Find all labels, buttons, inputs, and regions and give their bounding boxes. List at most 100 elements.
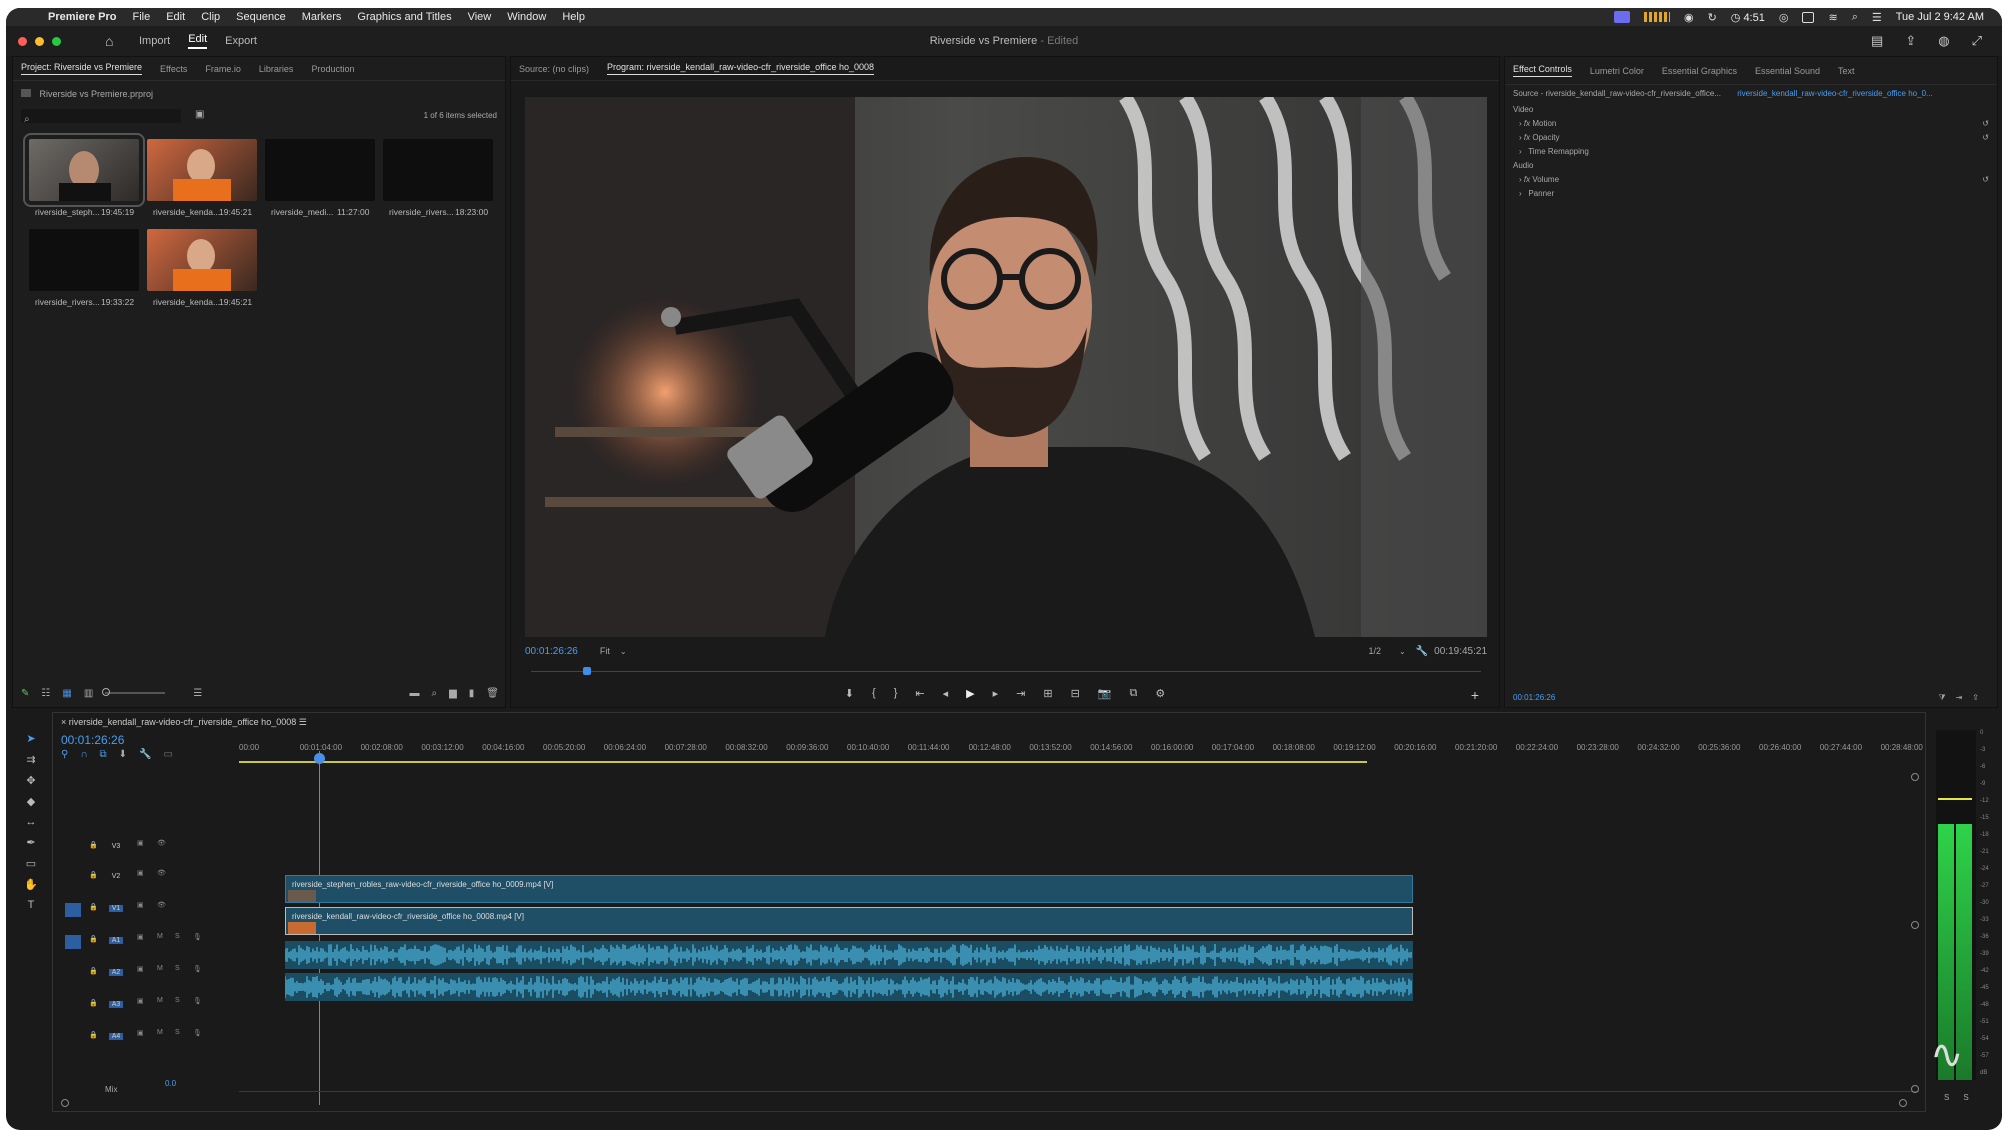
eye-icon[interactable]: 👁 — [157, 839, 166, 847]
tab-essential-graphics[interactable]: Essential Graphics — [1662, 66, 1737, 76]
tab-text[interactable]: Text — [1838, 66, 1855, 76]
rectangle-tool-icon[interactable]: ▭ — [26, 857, 36, 870]
linked-selection-icon[interactable]: ⧉ — [100, 749, 107, 760]
effect-opacity[interactable]: › fx Opacity ↺ — [1513, 133, 1989, 142]
menu-sequence[interactable]: Sequence — [236, 11, 286, 23]
mix-value[interactable]: 0.0 — [165, 1079, 176, 1088]
lock-icon[interactable]: 🔒 — [89, 967, 98, 975]
project-item-thumbnail[interactable] — [23, 133, 145, 207]
menu-file[interactable]: File — [132, 11, 150, 23]
timer-icon[interactable]: ◷ 4:51 — [1731, 11, 1765, 24]
wrench-icon[interactable]: 🔧 — [1416, 646, 1428, 657]
tab-source[interactable]: Source: (no clips) — [519, 64, 589, 74]
wifi-icon[interactable]: ≋ — [1828, 11, 1837, 24]
effects-target-clip[interactable]: riverside_kendall_raw-video-cfr_riversid… — [1737, 89, 1933, 98]
project-item-thumbnail[interactable] — [147, 139, 257, 201]
source-patch[interactable] — [65, 903, 81, 917]
sort-icon[interactable]: ☰ — [193, 688, 202, 699]
mic-icon[interactable]: 🎙 — [193, 933, 202, 941]
list-view-icon[interactable]: ☷ — [41, 688, 50, 699]
source-patch[interactable] — [65, 967, 81, 981]
audio-clip-a2[interactable] — [284, 973, 1413, 1001]
razor-tool-icon[interactable]: ◆ — [27, 795, 35, 808]
zoom-window-button[interactable] — [52, 36, 61, 46]
project-item-thumbnail[interactable] — [265, 139, 375, 201]
step-back-icon[interactable]: ◂ — [943, 687, 949, 703]
tab-essential-sound[interactable]: Essential Sound — [1755, 66, 1820, 76]
share-icon[interactable]: ⇪ — [1905, 33, 1916, 49]
extract-icon[interactable]: ⊟ — [1071, 687, 1080, 703]
write-icon[interactable]: ✎ — [21, 688, 29, 699]
trash-icon[interactable]: 🗑 — [486, 688, 499, 699]
clip-v1[interactable]: riverside_kendall_raw-video-cfr_riversid… — [285, 907, 1413, 935]
close-window-button[interactable] — [18, 36, 27, 46]
add-marker-icon[interactable]: ⬇ — [119, 749, 127, 760]
comparison-view-icon[interactable]: ⧉ — [1129, 687, 1137, 703]
project-item-thumbnail[interactable] — [383, 139, 493, 201]
lock-icon[interactable]: 🔒 — [89, 999, 98, 1007]
monitor-scrubber[interactable] — [525, 667, 1487, 675]
track-label[interactable]: A3 — [109, 1001, 123, 1008]
source-patch[interactable] — [65, 1031, 81, 1045]
effect-volume[interactable]: › fx Volume ↺ — [1513, 175, 1989, 184]
lock-icon[interactable]: 🔒 — [89, 1031, 98, 1039]
lock-icon[interactable]: 🔒 — [89, 903, 98, 911]
mark-in-icon[interactable]: { — [872, 687, 876, 703]
timeline-timecode[interactable]: 00:01:26:26 — [61, 733, 124, 747]
menu-clip[interactable]: Clip — [201, 11, 220, 23]
lock-icon[interactable]: 🔒 — [89, 841, 98, 849]
tab-edit[interactable]: Edit — [188, 33, 208, 49]
mic-icon[interactable]: 🎙 — [193, 997, 202, 1005]
mute-button[interactable]: M — [157, 933, 163, 940]
new-bin-icon[interactable]: ▣ — [195, 109, 204, 120]
time-ruler[interactable]: 00:00 00:01:04:00 00:02:08:00 00:03:12:00 00… — [239, 743, 1923, 757]
solo-button[interactable]: S — [175, 997, 180, 1004]
solo-left-button[interactable]: S — [1944, 1093, 1949, 1102]
pen-tool-icon[interactable]: ✒ — [26, 836, 35, 849]
type-tool-icon[interactable]: T — [28, 899, 35, 911]
source-patch[interactable] — [65, 841, 81, 855]
menu-edit[interactable]: Edit — [166, 11, 185, 23]
mute-button[interactable]: M — [157, 1029, 163, 1036]
clip-v2[interactable]: riverside_stephen_robles_raw-video-cfr_r… — [285, 875, 1413, 903]
mute-button[interactable]: M — [157, 997, 163, 1004]
effect-motion[interactable]: › fx Motion ↺ — [1513, 119, 1989, 128]
snap-icon[interactable]: ∩ — [80, 749, 87, 760]
slip-tool-icon[interactable]: ↔ — [26, 816, 37, 828]
sync-lock-icon[interactable]: ▣ — [137, 839, 144, 847]
audio-clip-a1[interactable] — [284, 941, 1413, 969]
new-bin-button[interactable]: ▆ — [449, 688, 457, 699]
find-icon[interactable]: ⌕ — [431, 688, 437, 699]
timeline-tab[interactable]: × riverside_kendall_raw-video-cfr_rivers… — [61, 717, 307, 728]
menu-help[interactable]: Help — [562, 11, 585, 23]
icon-view-icon[interactable]: ▦ — [62, 688, 71, 699]
reset-icon[interactable]: ↺ — [1982, 133, 1989, 142]
mic-icon[interactable]: 🎙 — [193, 1029, 202, 1037]
mic-icon[interactable]: 🎙 — [193, 965, 202, 973]
program-video-frame[interactable] — [525, 97, 1487, 637]
solo-button[interactable]: S — [175, 965, 180, 972]
playhead-handle[interactable] — [314, 753, 325, 764]
nest-icon[interactable]: ⚲ — [61, 749, 68, 760]
go-to-out-icon[interactable]: ⇥ — [1016, 687, 1025, 703]
source-patch[interactable] — [65, 935, 81, 949]
zoom-select[interactable]: Fit — [600, 646, 610, 656]
tab-import[interactable]: Import — [139, 35, 170, 47]
lock-icon[interactable]: 🔒 — [89, 935, 98, 943]
sync-lock-icon[interactable]: ▣ — [137, 901, 144, 909]
horizontal-scrollbar[interactable] — [61, 1099, 1907, 1107]
play-icon[interactable]: ▶ — [966, 687, 974, 703]
source-patch[interactable] — [65, 871, 81, 885]
button-editor-icon[interactable]: + — [1471, 687, 1479, 703]
workspaces-icon[interactable]: ▤ — [1871, 33, 1883, 49]
go-to-in-icon[interactable]: ⇤ — [915, 687, 924, 703]
eye-icon[interactable]: 👁 — [157, 901, 166, 909]
track-label[interactable]: V1 — [109, 905, 123, 912]
menu-graphics[interactable]: Graphics and Titles — [357, 11, 451, 23]
playhead-timecode[interactable]: 00:01:26:26 — [525, 646, 578, 657]
tab-effects[interactable]: Effects — [160, 64, 187, 74]
track-label[interactable]: V2 — [109, 873, 123, 880]
monitor-playhead[interactable] — [583, 667, 591, 675]
solo-button[interactable]: S — [175, 933, 180, 940]
project-item-thumbnail[interactable] — [147, 229, 257, 291]
